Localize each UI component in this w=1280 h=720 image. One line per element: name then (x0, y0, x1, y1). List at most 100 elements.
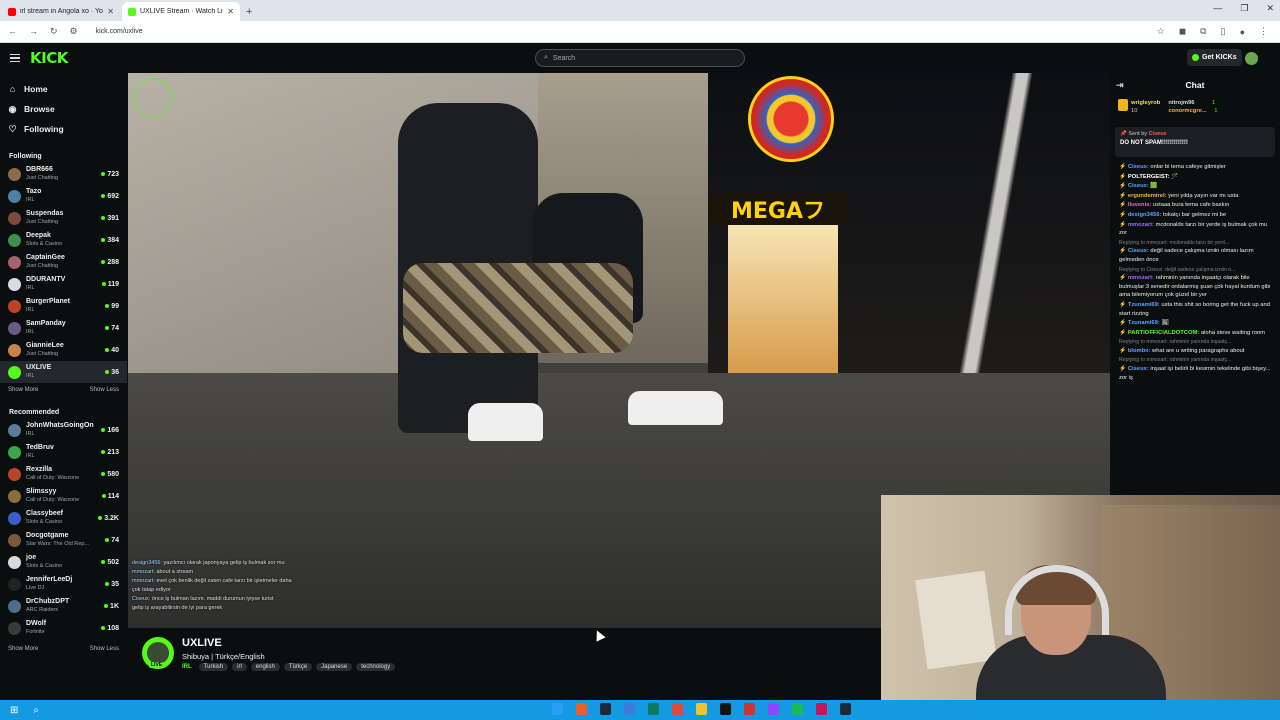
stream-tag[interactable]: Türkçe (283, 663, 313, 671)
maximize-icon[interactable]: ❐ (1240, 3, 1248, 14)
sidebar-channel[interactable]: JohnWhatsGoingOn IRL 166 (0, 419, 127, 441)
chat-username[interactable]: Tzunami69: (1128, 320, 1160, 326)
chat-username[interactable]: POLTERGEIST: (1128, 174, 1170, 180)
sidebar-channel[interactable]: CaptainGee Just Chatting 288 (0, 251, 127, 273)
sidebar-channel[interactable]: JenniferLeeDj Live DJ 35 (0, 573, 127, 595)
show-more-button[interactable]: Show More (8, 646, 38, 652)
app-icon[interactable] (744, 703, 755, 715)
profile-icon[interactable]: ● (1240, 27, 1245, 37)
steam-icon[interactable] (840, 703, 851, 715)
gifter-item[interactable]: wrigleyrob 10 (1118, 99, 1160, 121)
sidebar-channel[interactable]: Deepak Slots & Casino 384 (0, 229, 127, 251)
app-icon[interactable] (648, 703, 659, 715)
reload-icon[interactable]: ↻ (50, 26, 58, 37)
sidebar-channel[interactable]: Docgotgame Star Wars: The Old Rep... 74 (0, 529, 127, 551)
chat-message[interactable]: ⚡ Ciseux: 🟩 (1119, 182, 1271, 191)
sidebar-channel[interactable]: Rexzilla Call of Duty: Warzone 580 (0, 463, 127, 485)
app-icon[interactable] (768, 703, 779, 715)
chat-message[interactable]: Replying to mmozart: rahminin yanında in… (1119, 338, 1271, 355)
extension-icon[interactable]: ◼ (1179, 26, 1186, 37)
show-more-button[interactable]: Show More (8, 387, 38, 393)
chat-message[interactable]: ⚡ Ciseux: onlar bi tema cafeye gitmişler (1119, 163, 1271, 172)
sidebar-channel[interactable]: DWolf Fortnite 108 (0, 617, 127, 639)
chat-username[interactable]: blombx: (1128, 348, 1151, 354)
kick-logo[interactable]: KICK (30, 49, 68, 67)
chat-username[interactable]: Ciseux: (1128, 366, 1149, 372)
stream-tag[interactable]: english (250, 663, 280, 671)
close-icon[interactable]: ✕ (107, 7, 114, 16)
chat-message[interactable]: ⚡ lluvenis: ustaaa bura tema cafe baskın (1119, 201, 1271, 210)
sidebar-channel[interactable]: Classybeef Slots & Casino 3.2K (0, 507, 127, 529)
nav-home[interactable]: ⌂ Home (8, 79, 127, 99)
app-icon[interactable] (816, 703, 827, 715)
chat-message[interactable]: Replying to mmozart: mcdonalds tarzı bir… (1119, 239, 1271, 265)
chat-username[interactable]: design3456: (1128, 212, 1162, 218)
windows-start-icon[interactable]: ⊞ (10, 705, 18, 716)
folder-icon[interactable] (696, 703, 707, 715)
collapse-chat-icon[interactable]: ⇥ (1116, 80, 1124, 91)
chat-username[interactable]: Tzunami69: (1128, 302, 1160, 308)
chat-username[interactable]: Ciseux: (1128, 164, 1149, 170)
menu-icon[interactable] (10, 53, 20, 63)
browser-tab-youtube[interactable]: irl stream in Angola xo · YouTube ✕ (2, 2, 120, 21)
sidebar-channel[interactable]: DDURANTV IRL 119 (0, 273, 127, 295)
sidebar-channel[interactable]: joe Slots & Casino 502 (0, 551, 127, 573)
stream-tag[interactable]: irl (232, 663, 247, 671)
channel-name[interactable]: UXLIVE (182, 637, 222, 649)
chrome-icon[interactable] (672, 703, 683, 715)
chat-message[interactable]: Replying to mmozart: rahminin yanında in… (1119, 356, 1271, 382)
chat-username[interactable]: Ciseux: (1128, 248, 1149, 254)
puzzle-icon[interactable]: ⧉ (1200, 26, 1206, 37)
split-icon[interactable]: ▯ (1221, 26, 1226, 37)
gifter-name[interactable]: conormcgre... (1168, 108, 1206, 114)
app-icon[interactable] (720, 703, 731, 715)
site-info-icon[interactable]: ⚙ (70, 26, 78, 37)
chat-message[interactable]: ⚡ PARTIOFFICIALDOTCOM: aloha steve waiti… (1119, 329, 1271, 338)
chat-username[interactable]: ergundemirel: (1128, 193, 1167, 199)
taskbar-search-icon[interactable]: ⌕ (33, 705, 39, 716)
get-kicks-button[interactable]: Get KICKs (1187, 49, 1242, 66)
chat-message[interactable]: ⚡ POLTERGEIST: 🪄 (1119, 173, 1271, 182)
search-input[interactable]: ⌕ Search (535, 49, 745, 67)
app-icon[interactable] (624, 703, 635, 715)
chat-message[interactable]: Replying to Ciseux: değil sadece çalışma… (1119, 266, 1271, 300)
show-less-button[interactable]: Show Less (90, 387, 119, 393)
chat-message[interactable]: ⚡ Tzunami69: 🖼 (1119, 319, 1271, 328)
sidebar-channel[interactable]: Suspendas Just Chatting 391 (0, 207, 127, 229)
spotify-icon[interactable] (792, 703, 803, 715)
sidebar-channel[interactable]: SamPanday IRL 74 (0, 317, 127, 339)
pinned-message[interactable]: 📌 Sent by Ciseux DO NOT SPAM!!!!!!!!!!!!… (1115, 127, 1275, 157)
gifter-name[interactable]: nitrojm96 (1168, 100, 1194, 106)
minimize-icon[interactable]: — (1213, 3, 1222, 14)
back-icon[interactable]: ← (8, 26, 17, 37)
user-avatar[interactable] (1245, 52, 1258, 65)
close-window-icon[interactable]: ✕ (1266, 3, 1274, 14)
stream-tag[interactable]: Japanese (316, 663, 353, 671)
chat-message[interactable]: ⚡ design3456: tokatçı bar gelmez mi be (1119, 211, 1271, 220)
chat-username[interactable]: mmozart: (1128, 275, 1154, 281)
bookmark-star-icon[interactable]: ☆ (1157, 26, 1165, 37)
chat-username[interactable]: Ciseux: (1128, 183, 1149, 189)
sidebar-channel[interactable]: DrChubzDPT ARC Raiders 1K (0, 595, 127, 617)
sidebar-channel[interactable]: DBR666 Just Chatting 723 (0, 163, 127, 185)
new-tab-button[interactable]: + (246, 6, 252, 18)
sidebar-channel[interactable]: Tazo IRL 692 (0, 185, 127, 207)
sidebar-channel[interactable]: BurgerPlanet IRL 99 (0, 295, 127, 317)
sidebar-channel[interactable]: UXLIVE IRL 36 (0, 361, 127, 383)
chat-username[interactable]: mmozart: (1128, 222, 1154, 228)
url-field[interactable]: kick.com/uxlive (96, 28, 143, 35)
app-icon[interactable] (576, 703, 587, 715)
chat-message[interactable]: ⚡ Tzunami69: usta this shit so boring ge… (1119, 301, 1271, 318)
forward-icon[interactable]: → (29, 26, 38, 37)
menu-dots-icon[interactable]: ⋮ (1259, 26, 1268, 37)
chat-message[interactable]: ⚡ mmozart: mcdonalds tarzı bir yerde iş … (1119, 221, 1271, 238)
stream-category[interactable]: IRL (182, 664, 192, 670)
sidebar-channel[interactable]: GiannieLee Just Chatting 40 (0, 339, 127, 361)
chat-username[interactable]: PARTIOFFICIALDOTCOM: (1128, 330, 1199, 336)
show-less-button[interactable]: Show Less (90, 646, 119, 652)
nav-browse[interactable]: ◉ Browse (8, 99, 127, 119)
browser-tab-kick[interactable]: UXLIVE Stream · Watch Live ✕ (122, 2, 240, 21)
close-icon[interactable]: ✕ (227, 7, 234, 16)
chat-message[interactable]: ⚡ ergundemirel: yeni yılda yayın var mı … (1119, 192, 1271, 201)
sidebar-channel[interactable]: Slimssyy Call of Duty: Warzone 114 (0, 485, 127, 507)
